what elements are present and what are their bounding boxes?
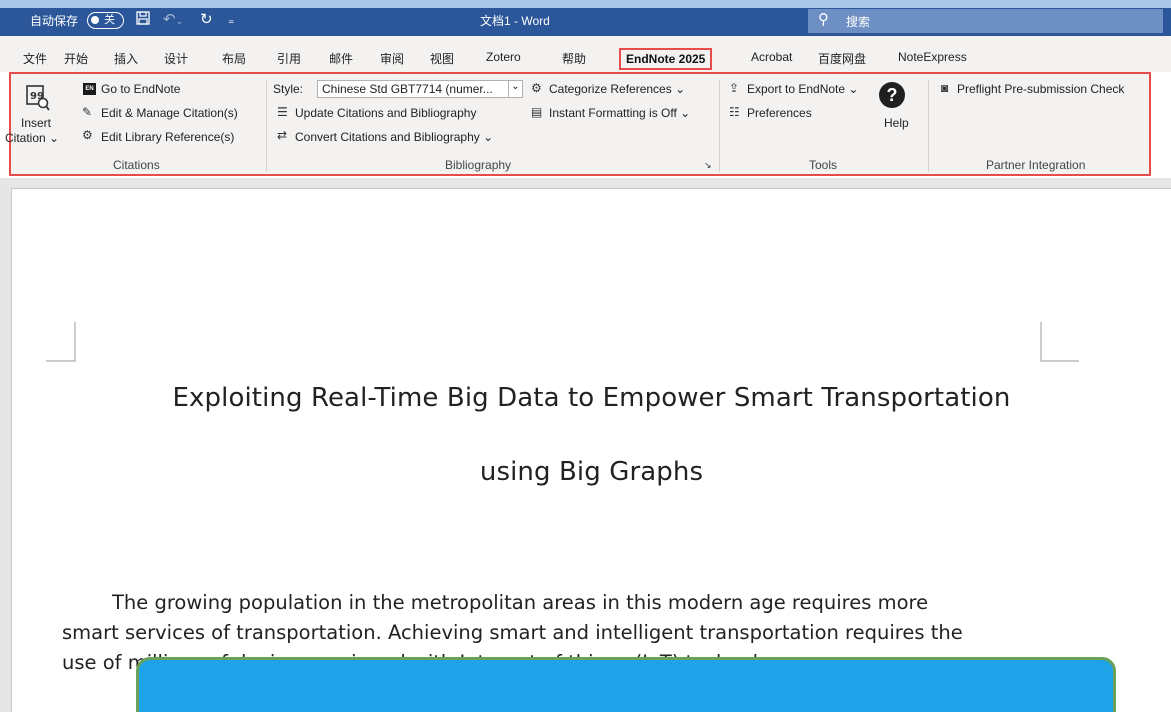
search-placeholder: 搜索 [846,15,871,29]
endnote-logo-icon: EN [83,83,96,95]
margin-corner-mark [1040,322,1079,362]
document-title-line-1: Exploiting Real-Time Big Data to Empower… [172,383,1011,413]
chevron-down-icon: ⌄ [508,81,522,97]
undo-icon[interactable]: ↶⌄ [163,10,183,31]
tab-noteexpress[interactable]: NoteExpress [898,50,967,64]
bibliography-group-label: Bibliography [445,158,512,172]
tab-home[interactable]: 开始 [64,50,88,67]
document-title: 文档1 - Word [480,14,550,28]
edit-manage-citation-icon: ✎ [82,105,93,119]
group-divider [719,80,720,172]
paragraph-line-2: smart services of transportation. Achiev… [62,621,963,644]
document-canvas: Exploiting Real-Time Big Data to Empower… [0,178,1171,712]
edit-manage-citations-button[interactable]: Edit & Manage Citation(s) [101,106,238,120]
tab-zotero[interactable]: Zotero [486,50,521,64]
ribbon-tabs: 文件 开始 插入 设计 布局 引用 邮件 审阅 视图 Zotero 帮助 End… [0,36,1171,72]
citation-label: Citation ⌄ [5,131,60,145]
update-citations-button[interactable]: Update Citations and Bibliography [295,106,476,120]
help-button[interactable]: Help [884,116,909,130]
title-bar: 自动保存 关 ↶⌄ ↻ ₌ 文档1 - Word ⚲ 搜索 [0,0,1171,36]
categorize-references-icon: ⚙ [531,81,542,95]
preferences-icon: ☷ [729,105,740,119]
tab-mailings[interactable]: 邮件 [329,50,353,67]
style-dropdown[interactable]: Chinese Std GBT7714 (numer... ⌄ [317,80,523,98]
tab-acrobat[interactable]: Acrobat [751,50,792,64]
instant-formatting-icon: ▤ [531,105,543,119]
autosave-toggle[interactable]: 关 [87,12,124,29]
help-icon[interactable]: ? [879,82,905,108]
tab-references[interactable]: 引用 [277,50,301,67]
margin-corner-mark [46,322,76,362]
tab-help[interactable]: 帮助 [562,50,586,67]
preferences-button[interactable]: Preferences [747,106,812,120]
tab-view[interactable]: 视图 [430,50,454,67]
go-to-endnote-button[interactable]: Go to EndNote [101,82,180,96]
document-page[interactable]: Exploiting Real-Time Big Data to Empower… [11,188,1171,712]
tools-group-label: Tools [809,158,838,172]
autosave-state: 关 [104,14,115,26]
style-label: Style: [273,82,304,96]
export-to-endnote-button[interactable]: Export to EndNote ⌄ [747,82,858,96]
endnote-ribbon: 99 Insert Citation ⌄ EN Go to EndNote ✎ … [5,72,1151,176]
instant-formatting-button[interactable]: Instant Formatting is Off ⌄ [549,106,690,120]
document-title-line-2: using Big Graphs [479,457,704,487]
save-icon[interactable] [135,10,151,32]
bibliography-dialog-launcher-icon[interactable]: ↘ [704,158,712,172]
word-window: 自动保存 关 ↶⌄ ↻ ₌ 文档1 - Word ⚲ 搜索 文件 开始 插入 设… [0,0,1171,712]
autosave-label: 自动保存 [30,14,79,28]
edit-library-reference-button[interactable]: Edit Library Reference(s) [101,130,234,144]
search-box[interactable]: ⚲ 搜索 [808,9,1163,33]
partner-integration-group-label: Partner Integration [986,158,1086,172]
tab-review[interactable]: 审阅 [380,50,404,67]
paragraph-line-1: The growing population in the metropolit… [112,591,929,614]
redo-icon[interactable]: ↻ [200,10,213,30]
group-divider [928,80,929,172]
tab-endnote[interactable]: EndNote 2025 [619,48,713,70]
preflight-icon: ◙ [941,81,949,95]
categorize-references-button[interactable]: Categorize References ⌄ [549,82,685,96]
convert-citations-button[interactable]: Convert Citations and Bibliography ⌄ [295,130,493,144]
update-citations-icon: ☰ [277,105,288,119]
search-icon: ⚲ [818,11,829,28]
overlay-callout-box [136,657,1116,712]
tab-file[interactable]: 文件 [23,50,47,67]
tab-baidu-netdisk[interactable]: 百度网盘 [818,50,866,67]
citations-group-label: Citations [113,158,160,172]
insert-citation-icon: 99 [26,85,50,111]
convert-citations-icon: ⇄ [277,128,288,142]
export-to-endnote-icon: ⇪ [729,81,740,95]
style-value: Chinese Std GBT7714 (numer... [322,82,493,96]
tab-insert[interactable]: 插入 [114,50,138,67]
edit-library-reference-icon: ⚙ [82,128,93,142]
tab-layout[interactable]: 布局 [222,50,246,67]
toggle-knob [91,16,99,24]
preflight-check-button[interactable]: Preflight Pre-submission Check [957,82,1124,96]
group-divider [266,80,267,172]
insert-label: Insert [21,116,52,130]
tab-design[interactable]: 设计 [164,50,188,67]
customize-quick-access-icon[interactable]: ₌ [228,10,234,30]
